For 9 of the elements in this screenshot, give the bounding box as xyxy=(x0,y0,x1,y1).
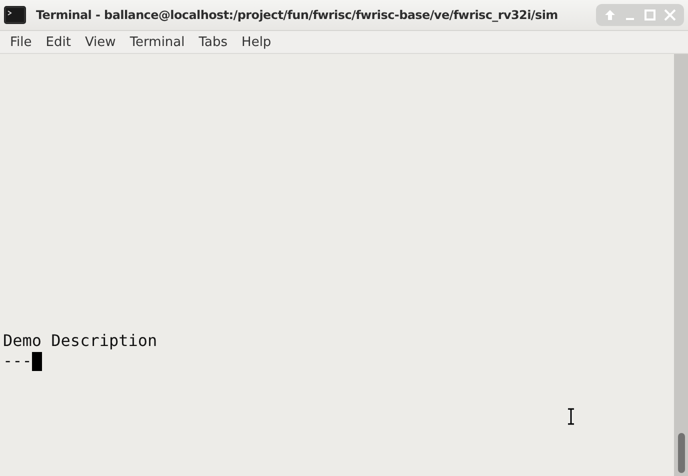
menu-item[interactable]: Tabs xyxy=(192,32,234,52)
menu-item[interactable]: Edit xyxy=(40,32,77,52)
menu-item[interactable]: View xyxy=(78,32,122,52)
window-title: Terminal - ballance@localhost:/project/fun/fwrisc/fwrisc-base/ve/fwrisc_rv32i/sim xyxy=(36,8,559,22)
terminal-line: --- xyxy=(3,351,32,371)
menu-item[interactable]: Help xyxy=(236,32,278,52)
menu-item[interactable]: File xyxy=(4,32,38,52)
menu-item[interactable]: Terminal xyxy=(124,32,191,52)
terminal-line: Demo Description xyxy=(3,331,158,351)
